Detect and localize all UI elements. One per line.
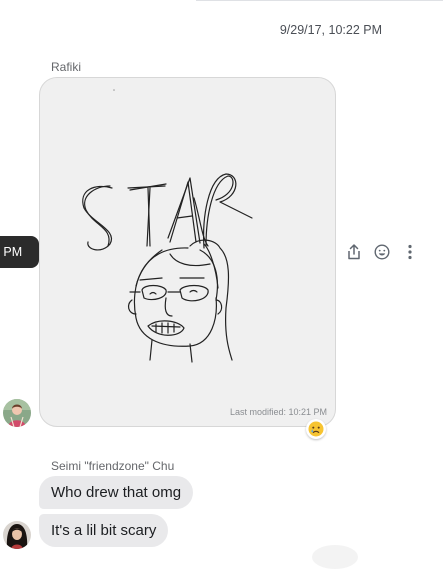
- last-modified-label: Last modified: 10:21 PM: [229, 407, 327, 417]
- message-bubble[interactable]: It's a lil bit scary: [39, 514, 169, 547]
- share-icon[interactable]: [345, 243, 363, 261]
- crying-face-emoji-icon[interactable]: [306, 419, 326, 439]
- drawing-message[interactable]: Last modified: 10:21 PM: [39, 77, 336, 427]
- conversation-timestamp: 9/29/17, 10:22 PM: [279, 23, 382, 37]
- sender-name-rafiki: Rafiki: [51, 60, 82, 74]
- smiley-icon[interactable]: [373, 243, 391, 261]
- avatar-rafiki[interactable]: [3, 399, 31, 427]
- divider: [196, 0, 443, 1]
- more-vertical-icon[interactable]: [401, 243, 419, 261]
- scroll-fade: [312, 545, 358, 569]
- message-bubble[interactable]: Who drew that omg: [39, 476, 194, 509]
- time-tooltip: 2 PM: [0, 236, 39, 268]
- time-tooltip-text: 2 PM: [0, 245, 23, 259]
- avatar-seimi[interactable]: [3, 521, 31, 549]
- sketch-drawing: [82, 89, 253, 363]
- sender-name-seimi: Seimi "friendzone" Chu: [51, 459, 175, 473]
